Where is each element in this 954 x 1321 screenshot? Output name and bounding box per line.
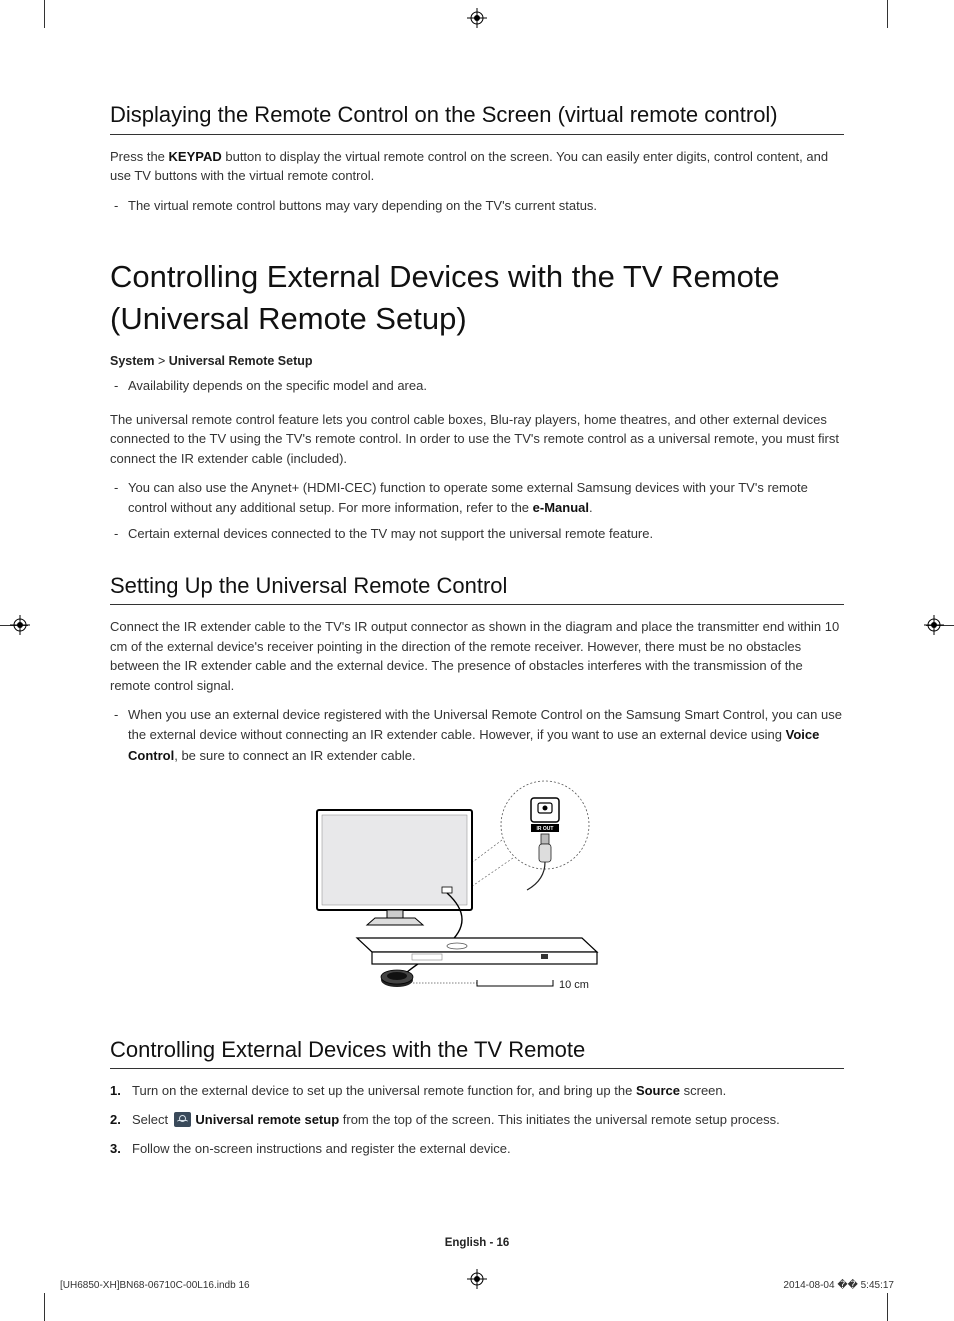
path-segment: System (110, 354, 154, 368)
text: screen. (680, 1083, 726, 1098)
crop-mark (887, 0, 888, 28)
note-list: When you use an external device register… (110, 705, 844, 765)
note-list: You can also use the Anynet+ (HDMI-CEC) … (110, 478, 844, 544)
bold-text: Source (636, 1083, 680, 1098)
ir-extender-diagram: IR OUT (297, 780, 657, 1005)
text: Turn on the external device to set up th… (132, 1083, 636, 1098)
distance-label: 10 cm (559, 979, 589, 991)
list-item: Availability depends on the specific mod… (110, 376, 844, 396)
registration-mark-icon (467, 8, 487, 28)
bold-text: KEYPAD (169, 149, 222, 164)
list-item: Certain external devices connected to th… (110, 524, 844, 544)
list-item: You can also use the Anynet+ (HDMI-CEC) … (110, 478, 844, 518)
note-list: Availability depends on the specific mod… (110, 376, 844, 396)
menu-path: System > Universal Remote Setup (110, 354, 844, 368)
crop-mark (887, 1293, 888, 1321)
text: , be sure to connect an IR extender cabl… (174, 748, 415, 763)
step-item: Follow the on-screen instructions and re… (110, 1139, 844, 1160)
list-item: When you use an external device register… (110, 705, 844, 765)
text: Select (132, 1112, 172, 1127)
universal-remote-icon (174, 1112, 191, 1127)
page-footer-center: English - 16 (0, 1237, 954, 1249)
path-segment: Universal Remote Setup (169, 354, 313, 368)
text: You can also use the Anynet+ (HDMI-CEC) … (128, 480, 808, 515)
registration-mark-icon (10, 615, 30, 635)
crop-mark (44, 1293, 45, 1321)
steps-list: Turn on the external device to set up th… (110, 1081, 844, 1159)
note-list: The virtual remote control buttons may v… (110, 196, 844, 216)
major-heading-universal-remote: Controlling External Devices with the TV… (110, 256, 844, 340)
section-heading-setting-up: Setting Up the Universal Remote Control (110, 571, 844, 606)
crop-mark (44, 0, 45, 28)
ir-out-label: IR OUT (537, 826, 554, 832)
bold-text: Universal remote setup (192, 1112, 339, 1127)
registration-mark-icon (924, 615, 944, 635)
registration-mark-icon (467, 1269, 487, 1289)
paragraph: Connect the IR extender cable to the TV'… (110, 617, 844, 695)
text: When you use an external device register… (128, 707, 842, 742)
section-heading-virtual-remote: Displaying the Remote Control on the Scr… (110, 100, 844, 135)
text: from the top of the screen. This initiat… (339, 1112, 780, 1127)
page-footer-left: [UH6850-XH]BN68-06710C-00L16.indb 16 (60, 1280, 250, 1291)
text: Press the (110, 149, 169, 164)
list-item: The virtual remote control buttons may v… (110, 196, 844, 216)
section-heading-controlling: Controlling External Devices with the TV… (110, 1035, 844, 1070)
paragraph: Press the KEYPAD button to display the v… (110, 147, 844, 186)
step-item: Select Universal remote setup from the t… (110, 1110, 844, 1131)
path-separator: > (154, 354, 168, 368)
text: . (589, 500, 593, 515)
page-footer-right: 2014-08-04 �� 5:45:17 (783, 1280, 894, 1291)
bold-text: e-Manual (533, 500, 589, 515)
step-item: Turn on the external device to set up th… (110, 1081, 844, 1102)
page-content: Displaying the Remote Control on the Scr… (110, 100, 844, 1168)
paragraph: The universal remote control feature let… (110, 410, 844, 469)
